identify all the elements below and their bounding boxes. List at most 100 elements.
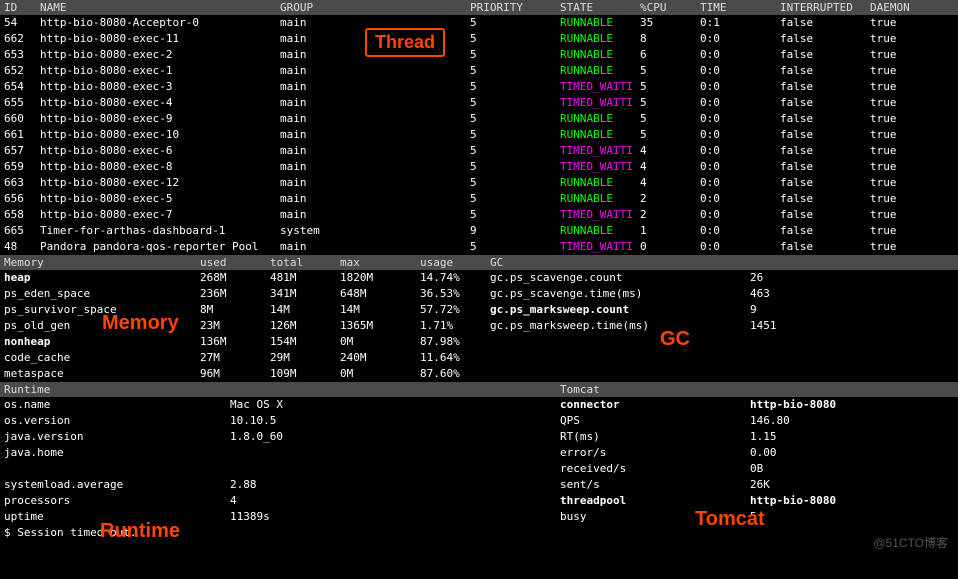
mem-total: 29M <box>270 350 340 366</box>
cell-name: http-bio-8080-exec-11 <box>40 31 280 47</box>
cell-state: RUNNABLE <box>560 15 640 31</box>
cell-priority: 5 <box>470 175 560 191</box>
rt-name: java.home <box>0 445 230 461</box>
tc-val: 146.80 <box>750 413 930 429</box>
rt-val: 2.88 <box>230 477 560 493</box>
thread-row: 660http-bio-8080-exec-9main5RUNNABLE50:0… <box>0 111 958 127</box>
thread-row: 661http-bio-8080-exec-10main5RUNNABLE50:… <box>0 127 958 143</box>
cell-priority: 5 <box>470 15 560 31</box>
memory-header: Memory used total max usage GC <box>0 255 958 270</box>
mem-usage: 87.60% <box>420 366 490 382</box>
cell-time: 0:0 <box>700 127 780 143</box>
cell-time: 0:1 <box>700 15 780 31</box>
memory-row: nonheap136M154M0M87.98% <box>0 334 958 350</box>
cell-priority: 5 <box>470 207 560 223</box>
cell-id: 653 <box>0 47 40 63</box>
cell-time: 0:0 <box>700 31 780 47</box>
thread-row: 656http-bio-8080-exec-5main5RUNNABLE20:0… <box>0 191 958 207</box>
tc-name: RT(ms) <box>560 429 750 445</box>
mem-usage: 1.71% <box>420 318 490 334</box>
cell-name: http-bio-8080-exec-5 <box>40 191 280 207</box>
thread-table-header: ID NAME GROUP PRIORITY STATE %CPU TIME I… <box>0 0 958 15</box>
rt-header-label: Runtime <box>0 382 230 397</box>
cell-cpu: 2 <box>640 191 700 207</box>
watermark: @51CTO博客 <box>873 534 948 551</box>
runtime-body: os.nameMac OS Xconnectorhttp-bio-8080os.… <box>0 397 958 525</box>
cell-daemon: true <box>870 207 940 223</box>
rt-name: os.version <box>0 413 230 429</box>
cell-daemon: true <box>870 191 940 207</box>
mem-total: 126M <box>270 318 340 334</box>
rt-name: processors <box>0 493 230 509</box>
tc-val: http-bio-8080 <box>750 493 930 509</box>
cell-id: 662 <box>0 31 40 47</box>
mem-name: ps_eden_space <box>0 286 200 302</box>
cell-group: main <box>280 111 470 127</box>
cell-priority: 5 <box>470 191 560 207</box>
cell-cpu: 8 <box>640 31 700 47</box>
cell-daemon: true <box>870 127 940 143</box>
thread-row: 48Pandora pandora-qos-reporter Poolmain5… <box>0 239 958 255</box>
thread-row: 665Timer-for-arthas-dashboard-1system9RU… <box>0 223 958 239</box>
memory-row: heap268M481M1820M14.74%gc.ps_scavenge.co… <box>0 270 958 286</box>
rt-val: 11389s <box>230 509 560 525</box>
cell-id: 48 <box>0 239 40 255</box>
tag-thread: Thread <box>365 28 445 57</box>
cell-interrupted: false <box>780 15 870 31</box>
mem-max: 1820M <box>340 270 420 286</box>
cell-name: http-bio-8080-exec-3 <box>40 79 280 95</box>
mem-used: 136M <box>200 334 270 350</box>
cell-time: 0:0 <box>700 207 780 223</box>
cell-priority: 5 <box>470 31 560 47</box>
cell-cpu: 2 <box>640 207 700 223</box>
thread-row: 654http-bio-8080-exec-3main5TIMED_WAITI5… <box>0 79 958 95</box>
thread-row: 662http-bio-8080-exec-11main5RUNNABLE80:… <box>0 31 958 47</box>
mem-max: 14M <box>340 302 420 318</box>
cell-cpu: 5 <box>640 127 700 143</box>
cell-interrupted: false <box>780 63 870 79</box>
tc-val: 26K <box>750 477 930 493</box>
cell-id: 660 <box>0 111 40 127</box>
cell-state: RUNNABLE <box>560 175 640 191</box>
cell-state: TIMED_WAITI <box>560 159 640 175</box>
cell-id: 665 <box>0 223 40 239</box>
cell-id: 661 <box>0 127 40 143</box>
tc-name: sent/s <box>560 477 750 493</box>
tc-name: received/s <box>560 461 750 477</box>
cell-time: 0:0 <box>700 95 780 111</box>
gc-name <box>490 350 750 366</box>
cell-state: RUNNABLE <box>560 191 640 207</box>
cell-interrupted: false <box>780 159 870 175</box>
cell-id: 657 <box>0 143 40 159</box>
col-interrupted: INTERRUPTED <box>780 0 870 15</box>
runtime-row: received/s0B <box>0 461 958 477</box>
mem-max: 648M <box>340 286 420 302</box>
cell-cpu: 5 <box>640 63 700 79</box>
cell-state: RUNNABLE <box>560 63 640 79</box>
gc-name: gc.ps_scavenge.time(ms) <box>490 286 750 302</box>
tag-gc: GC <box>660 328 690 351</box>
tag-tomcat: Tomcat <box>695 508 765 531</box>
cell-cpu: 5 <box>640 79 700 95</box>
cell-state: RUNNABLE <box>560 47 640 63</box>
rt-val <box>230 461 560 477</box>
thread-row: 653http-bio-8080-exec-2main5RUNNABLE60:0… <box>0 47 958 63</box>
tc-val: 1.15 <box>750 429 930 445</box>
cell-group: main <box>280 239 470 255</box>
cell-daemon: true <box>870 175 940 191</box>
tc-name: connector <box>560 397 750 413</box>
runtime-row: java.version1.8.0_60RT(ms)1.15 <box>0 429 958 445</box>
cell-daemon: true <box>870 111 940 127</box>
cell-cpu: 5 <box>640 95 700 111</box>
mem-total: 341M <box>270 286 340 302</box>
mem-max: 0M <box>340 334 420 350</box>
gc-val: 9 <box>750 302 850 318</box>
cell-name: Timer-for-arthas-dashboard-1 <box>40 223 280 239</box>
cell-id: 652 <box>0 63 40 79</box>
cell-interrupted: false <box>780 95 870 111</box>
memory-row: code_cache27M29M240M11.64% <box>0 350 958 366</box>
cell-id: 663 <box>0 175 40 191</box>
col-name: NAME <box>40 0 280 15</box>
cell-group: main <box>280 175 470 191</box>
cell-daemon: true <box>870 239 940 255</box>
